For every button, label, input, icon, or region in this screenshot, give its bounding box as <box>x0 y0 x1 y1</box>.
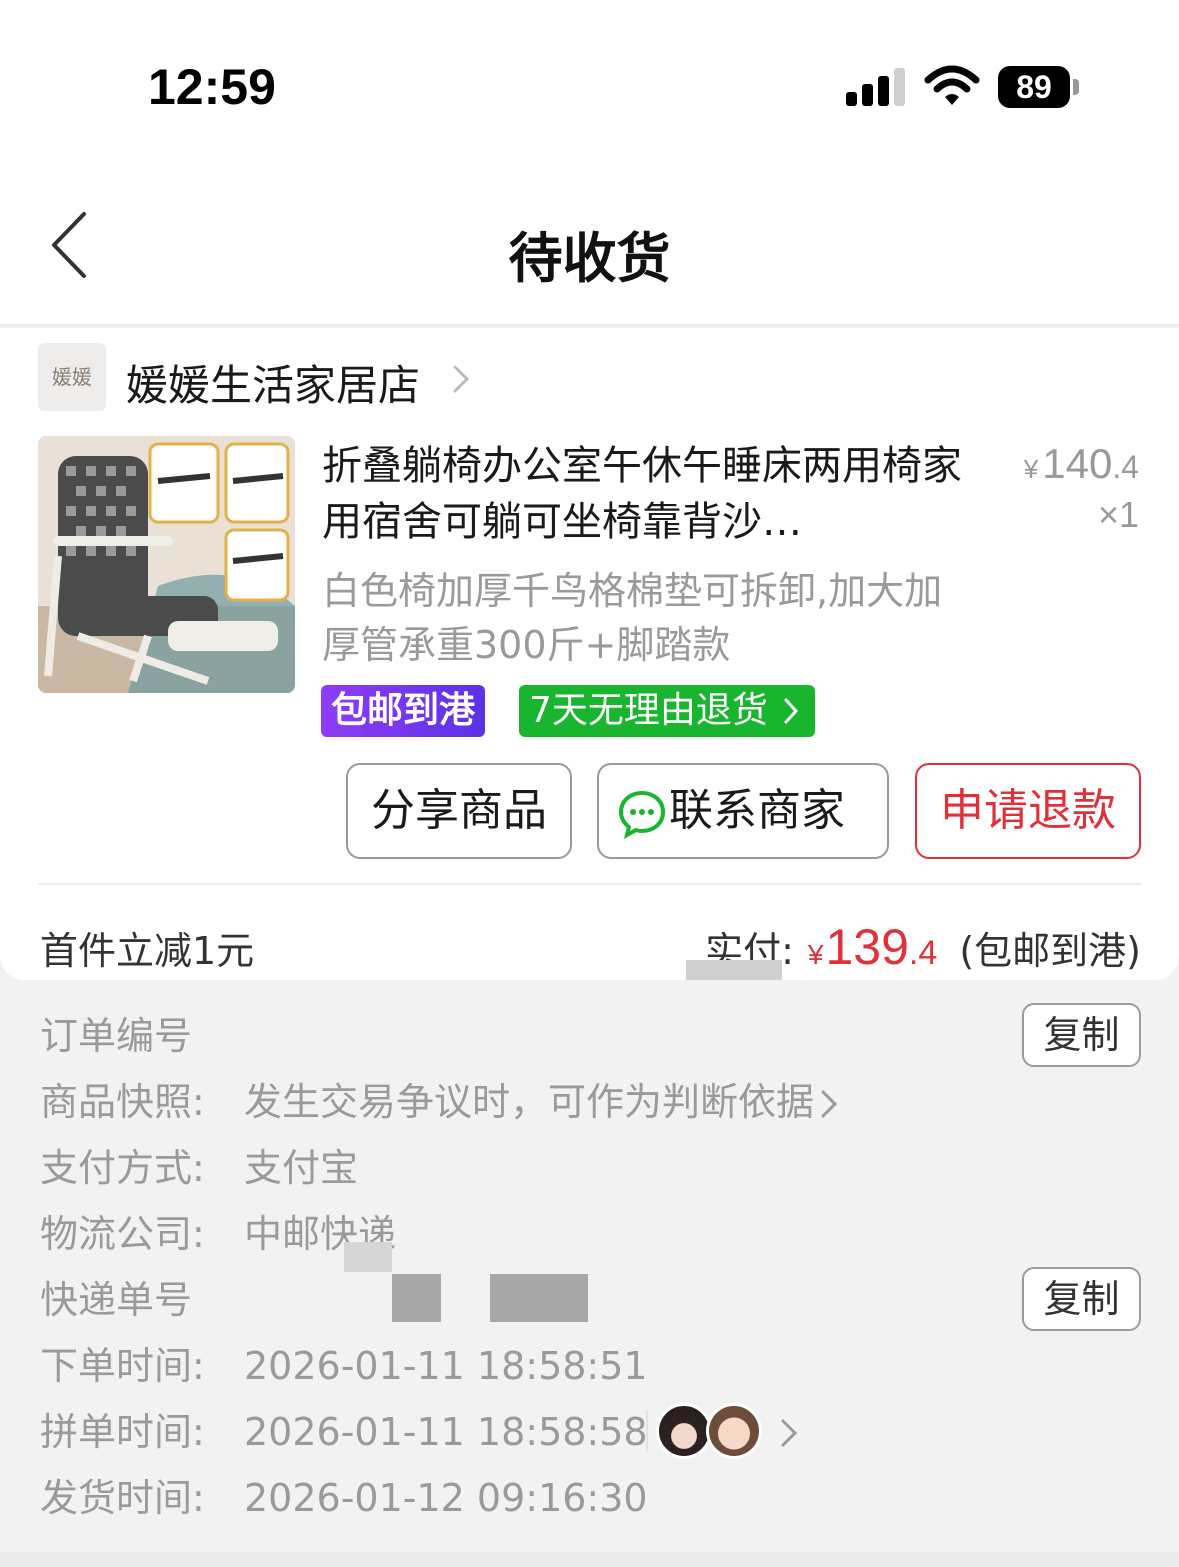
returns-policy-label: 7天无理由退货 <box>529 690 768 731</box>
paid-integer: 139 <box>825 919 909 975</box>
battery-cap <box>1073 79 1079 95</box>
chevron-right-icon <box>821 1090 838 1118</box>
snapshot-value[interactable]: 发生交易争议时，可作为判断依据 <box>244 1074 838 1130</box>
ship-time-row: 发货时间: 2026-01-12 09:16:30 <box>40 1470 648 1526</box>
paid-decimal: .4 <box>908 934 938 972</box>
ship-time-value: 2026-01-12 09:16:30 <box>244 1476 648 1520</box>
order-number-row: 订单编号 <box>40 1008 192 1064</box>
paid-amount: ¥139.4 <box>794 919 938 975</box>
nav-bar: 待收货 <box>0 180 1179 326</box>
chevron-right-icon <box>784 698 799 724</box>
shop-name[interactable]: 媛媛生活家居店 <box>126 352 420 413</box>
product-quantity: ×1 <box>1097 494 1139 535</box>
free-shipping-tag: 包邮到港 <box>321 685 486 737</box>
discount-note: 首件立减1元 <box>40 929 255 973</box>
divider <box>38 883 1141 885</box>
order-time-value: 2026-01-11 18:58:51 <box>244 1344 648 1388</box>
redaction-block <box>392 1274 441 1322</box>
redaction-block <box>490 1274 588 1322</box>
redaction-block <box>686 960 782 980</box>
separator-line <box>646 1410 648 1452</box>
order-number-label: 订单编号 <box>40 1014 193 1058</box>
copy-order-number-button[interactable]: 复制 <box>1022 1003 1141 1067</box>
wifi-icon <box>924 65 980 105</box>
signal-icon <box>846 68 906 106</box>
contact-merchant-button[interactable]: 联系商家 <box>597 763 889 859</box>
group-time-row: 拼单时间: 2026-01-11 18:58:58 <box>40 1404 648 1460</box>
payment-row: 支付方式: 支付宝 <box>40 1140 358 1196</box>
product-title[interactable]: 折叠躺椅办公室午休午睡床两用椅家用宿舍可躺可坐椅靠背沙… <box>322 438 962 550</box>
avatar <box>656 1403 712 1459</box>
contact-merchant-label: 联系商家 <box>669 785 845 836</box>
shop-logo[interactable]: 媛媛 <box>38 343 106 411</box>
group-time-value: 2026-01-11 18:58:58 <box>244 1410 648 1454</box>
order-card: 媛媛 媛媛生活家居店 折叠躺椅办公室午休午睡床两用椅家用宿舍可躺可坐椅靠背沙… … <box>0 328 1179 980</box>
product-spec: 白色椅加厚千鸟格棉垫可拆卸,加大加厚管承重300斤+脚踏款 <box>322 569 943 667</box>
share-product-button[interactable]: 分享商品 <box>346 763 572 859</box>
price-integer: 140 <box>1042 440 1113 487</box>
returns-policy-tag[interactable]: 7天无理由退货 <box>519 685 816 737</box>
order-time-row: 下单时间: 2026-01-11 18:58:51 <box>40 1338 648 1394</box>
snapshot-label: 商品快照: <box>40 1080 205 1124</box>
battery-icon: 89 <box>998 66 1070 108</box>
copy-tracking-number-button[interactable]: 复制 <box>1022 1267 1141 1331</box>
tracking-number-label: 快递单号 <box>40 1278 193 1322</box>
chevron-right-icon[interactable] <box>780 1418 798 1448</box>
redaction-block <box>344 1242 392 1272</box>
chevron-right-icon[interactable] <box>452 364 470 394</box>
payment-value: 支付宝 <box>244 1146 359 1190</box>
price-currency: ¥ <box>1023 454 1039 484</box>
status-time: 12:59 <box>148 59 276 115</box>
product-image[interactable] <box>38 436 295 693</box>
bottom-strip <box>0 1552 1179 1567</box>
logistics-row: 物流公司: 中邮快递 <box>40 1206 396 1262</box>
product-price: ¥140.4 <box>1024 440 1139 488</box>
snapshot-text: 发生交易争议时，可作为判断依据 <box>244 1080 815 1124</box>
page-title: 待收货 <box>508 227 671 290</box>
logistics-label: 物流公司: <box>40 1212 205 1256</box>
tracking-number-row: 快递单号 <box>40 1272 192 1328</box>
avatar <box>706 1403 762 1459</box>
status-bar: 12:59 89 <box>0 0 1179 180</box>
snapshot-row[interactable]: 商品快照: 发生交易争议时，可作为判断依据 <box>40 1074 838 1130</box>
chat-bubble-icon <box>618 790 666 839</box>
paid-currency: ¥ <box>807 939 824 970</box>
group-time-label: 拼单时间: <box>40 1410 205 1454</box>
payment-label: 支付方式: <box>40 1146 205 1190</box>
ship-time-label: 发货时间: <box>40 1476 205 1520</box>
price-decimal: .4 <box>1112 449 1139 485</box>
order-time-label: 下单时间: <box>40 1344 205 1388</box>
group-members-avatars[interactable] <box>656 1403 776 1459</box>
request-refund-button[interactable]: 申请退款 <box>915 763 1141 859</box>
paid-note: (包邮到港) <box>959 929 1141 973</box>
